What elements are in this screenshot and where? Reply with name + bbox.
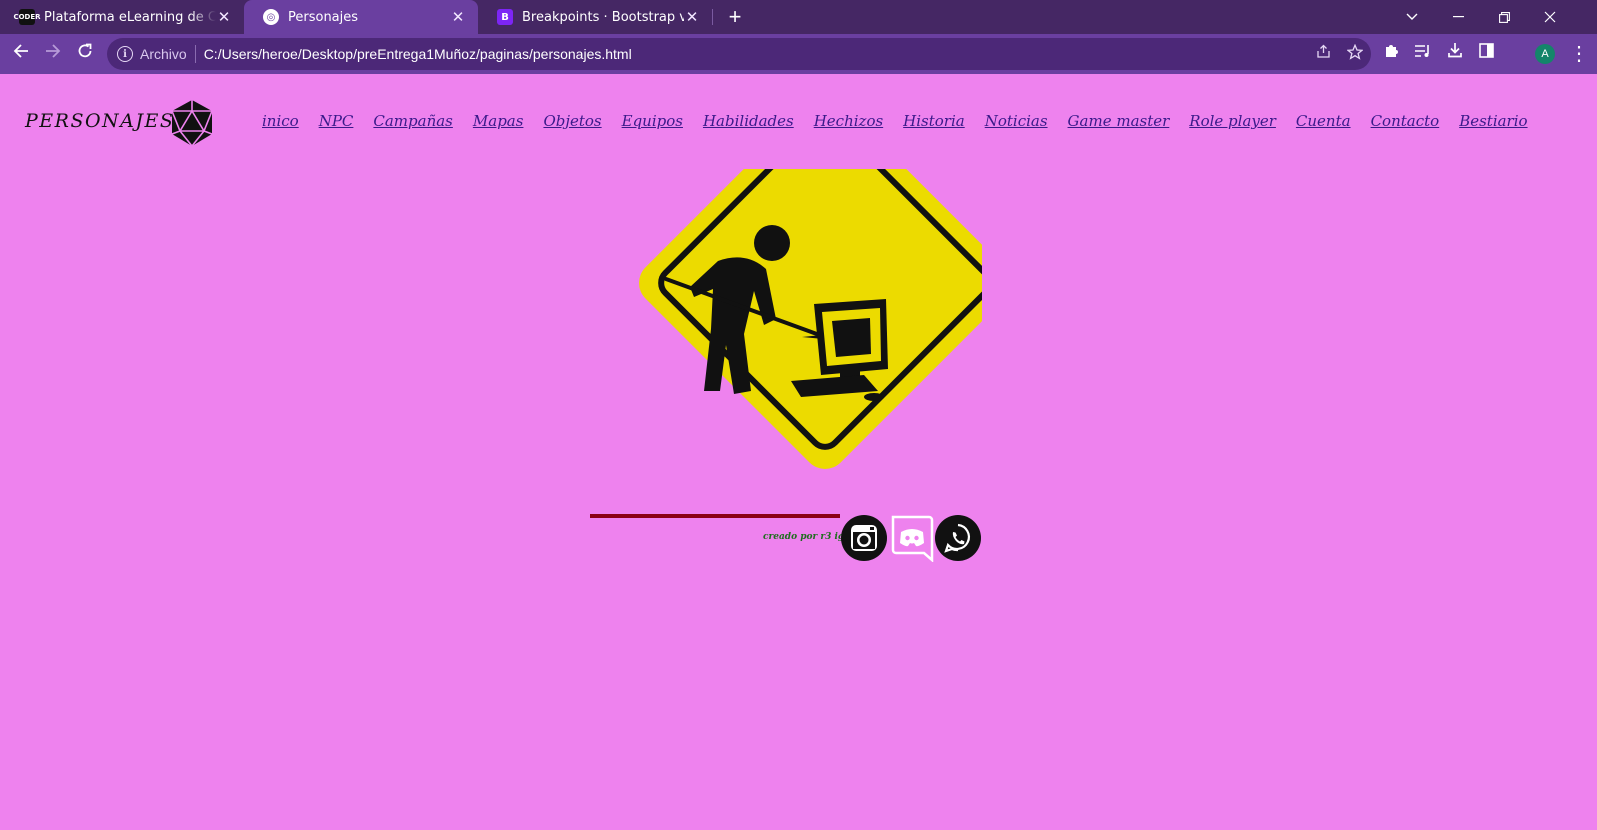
address-bar[interactable]: i Archivo C:/Users/heroe/Desktop/preEntr… xyxy=(107,38,1371,70)
d20-dice-icon[interactable] xyxy=(168,98,216,148)
coderhouse-favicon-icon: CODER xyxy=(13,9,41,25)
tab-bootstrap-breakpoints[interactable]: B Breakpoints · Bootstrap v5.3 ✕ xyxy=(478,0,712,34)
tab-title: Plataforma eLearning de Coderhouse xyxy=(44,9,216,25)
nav-link-inico[interactable]: inico xyxy=(262,112,299,130)
page-brand-title: PERSONAJES xyxy=(25,110,175,132)
info-icon[interactable]: i xyxy=(117,46,133,62)
nav-link-historia[interactable]: Historia xyxy=(903,112,965,130)
nav-link-campanas[interactable]: Campañas xyxy=(373,112,453,130)
share-icon[interactable] xyxy=(1307,44,1339,64)
tab-coderhouse[interactable]: CODER Plataforma eLearning de Coderhouse… xyxy=(0,0,244,34)
new-tab-button[interactable]: + xyxy=(722,4,748,30)
restore-icon xyxy=(1498,11,1510,23)
tab-separator xyxy=(712,9,713,25)
nav-link-role-player[interactable]: Role player xyxy=(1189,112,1276,130)
downloads-button[interactable] xyxy=(1441,40,1469,68)
reload-button[interactable] xyxy=(71,40,99,68)
address-scheme-label: Archivo xyxy=(140,46,187,62)
url-text[interactable]: C:/Users/heroe/Desktop/preEntrega1Muñoz/… xyxy=(204,46,1307,62)
tab-title: Breakpoints · Bootstrap v5.3 xyxy=(522,9,684,25)
nav-link-objetos[interactable]: Objetos xyxy=(543,112,601,130)
reading-list-button[interactable] xyxy=(1409,40,1437,68)
nav-link-hechizos[interactable]: Hechizos xyxy=(814,112,883,130)
bootstrap-favicon-icon: B xyxy=(497,9,513,25)
address-divider xyxy=(194,45,196,63)
close-icon[interactable]: ✕ xyxy=(216,8,232,26)
whatsapp-icon[interactable] xyxy=(934,514,982,562)
profile-avatar[interactable]: A xyxy=(1535,44,1555,64)
close-icon[interactable]: ✕ xyxy=(684,8,700,26)
minimize-button[interactable] xyxy=(1435,0,1481,34)
puzzle-icon xyxy=(1386,45,1398,57)
forward-arrow-icon xyxy=(46,44,61,58)
reload-icon xyxy=(78,43,92,58)
close-window-button[interactable] xyxy=(1527,0,1573,34)
nav-link-contacto[interactable]: Contacto xyxy=(1371,112,1440,130)
star-icon[interactable] xyxy=(1339,43,1371,65)
download-icon xyxy=(1448,43,1462,58)
reading-list-icon xyxy=(1415,45,1429,57)
nav-link-noticias[interactable]: Noticias xyxy=(985,112,1048,130)
extensions-button[interactable] xyxy=(1378,40,1406,68)
nav-link-cuenta[interactable]: Cuenta xyxy=(1296,112,1351,130)
side-panel-button[interactable] xyxy=(1472,40,1500,68)
main-navigation: inico NPC Campañas Mapas Objetos Equipos… xyxy=(262,112,1528,130)
under-construction-sign-image xyxy=(639,169,982,469)
close-icon xyxy=(1544,11,1556,23)
minimize-icon xyxy=(1452,16,1464,18)
nav-link-game-master[interactable]: Game master xyxy=(1068,112,1170,130)
nav-link-habilidades[interactable]: Habilidades xyxy=(703,112,794,130)
openai-favicon-icon: ◎ xyxy=(263,9,279,25)
tab-personajes[interactable]: ◎ Personajes ✕ xyxy=(244,0,478,34)
discord-icon[interactable] xyxy=(888,514,936,562)
restore-button[interactable] xyxy=(1481,0,1527,34)
page-content: PERSONAJES inico NPC Campañas Mapas Obje… xyxy=(0,74,1597,830)
nav-link-equipos[interactable]: Equipos xyxy=(622,112,683,130)
tab-search-button[interactable] xyxy=(1389,0,1435,34)
forward-button[interactable] xyxy=(39,40,67,68)
browser-tab-strip: CODER Plataforma eLearning de Coderhouse… xyxy=(0,0,1597,34)
tab-title: Personajes xyxy=(288,9,359,25)
browser-toolbar: i Archivo C:/Users/heroe/Desktop/preEntr… xyxy=(0,34,1597,74)
close-icon[interactable]: ✕ xyxy=(450,8,466,26)
nav-link-bestiario[interactable]: Bestiario xyxy=(1459,112,1527,130)
back-button[interactable] xyxy=(7,40,35,68)
nav-link-npc[interactable]: NPC xyxy=(319,112,354,130)
footer-divider xyxy=(590,514,840,518)
back-arrow-icon xyxy=(13,44,28,58)
instagram-icon[interactable] xyxy=(840,514,888,562)
chevron-down-icon xyxy=(1406,13,1418,20)
kebab-menu-icon[interactable]: ⋮ xyxy=(1567,40,1591,68)
side-panel-icon xyxy=(1478,43,1494,58)
nav-link-mapas[interactable]: Mapas xyxy=(473,112,524,130)
